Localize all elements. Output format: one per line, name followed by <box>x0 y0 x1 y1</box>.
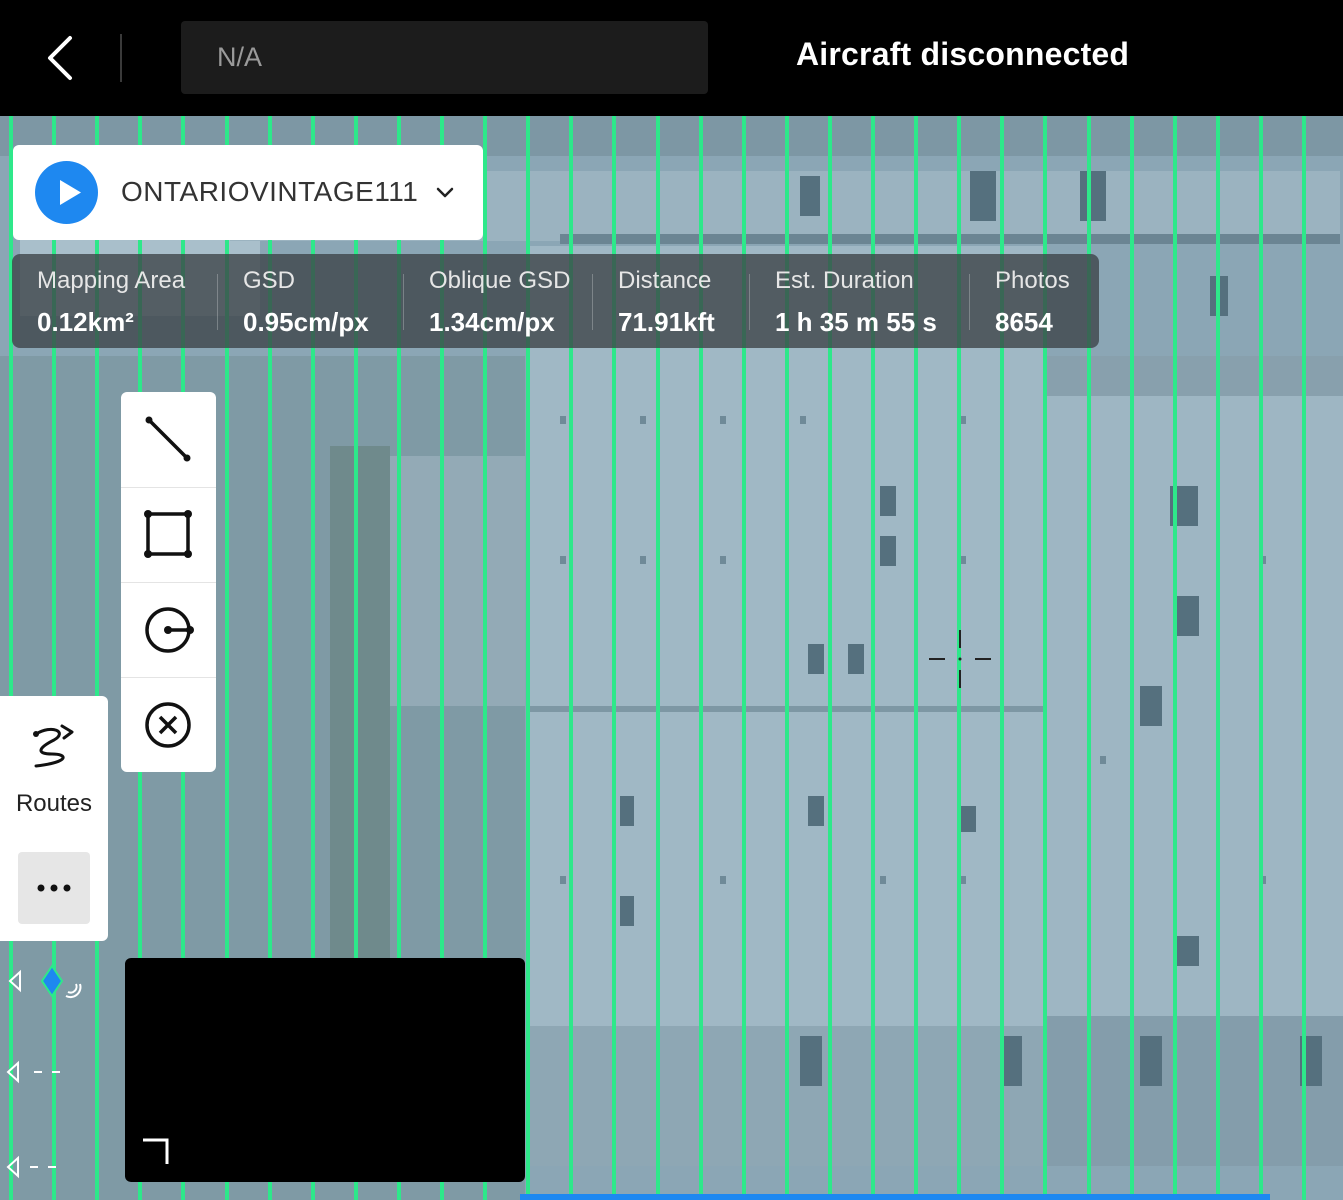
mission-name: ONTARIOVINTAGE111 <box>121 176 419 207</box>
more-button[interactable] <box>18 852 90 924</box>
mission-stats-panel: Mapping Area 0.12km² GSD 0.95cm/px Obliq… <box>12 254 1099 348</box>
rectangle-tool-icon <box>144 510 192 558</box>
waypoint-indicator <box>8 964 82 999</box>
divider <box>969 274 970 330</box>
edge-arrow-icon <box>6 1155 56 1179</box>
stat-label: Photos <box>995 267 1070 294</box>
chevron-left-icon <box>48 36 72 80</box>
divider <box>592 274 593 330</box>
more-icon <box>37 884 71 892</box>
expand-corner-icon[interactable] <box>139 1136 173 1170</box>
map-view[interactable]: ONTARIOVINTAGE111 Mapping Area 0.12km² G… <box>0 116 1343 1200</box>
side-panel: Routes <box>0 696 108 941</box>
drawing-toolbar <box>121 392 216 772</box>
stat-value: 71.91kft <box>618 307 715 337</box>
close-circle-icon <box>145 702 191 748</box>
top-bar: N/A Aircraft disconnected <box>0 0 1343 116</box>
circle-tool-button[interactable] <box>121 583 216 678</box>
routes-icon <box>33 724 74 768</box>
divider <box>749 274 750 330</box>
stat-value: 8654 <box>995 307 1053 337</box>
mission-name-field[interactable]: N/A <box>181 21 708 94</box>
line-tool-button[interactable] <box>121 392 216 487</box>
stat-label: GSD <box>243 267 296 294</box>
routes-label: Routes <box>15 790 93 817</box>
edge-arrow-icon <box>6 1060 60 1084</box>
route-indicator-bar <box>520 1194 1270 1200</box>
back-button[interactable] <box>38 30 82 86</box>
stat-value: 0.12km² <box>37 307 134 337</box>
camera-preview[interactable] <box>125 958 525 1182</box>
crosshair-icon <box>929 630 991 688</box>
stat-label: Mapping Area <box>37 267 186 294</box>
divider <box>217 274 218 330</box>
rectangle-tool-button[interactable] <box>121 488 216 583</box>
divider <box>120 34 122 82</box>
routes-button[interactable]: Routes <box>0 696 108 826</box>
play-button[interactable] <box>35 161 98 224</box>
play-icon <box>60 180 81 205</box>
stat-label: Distance <box>618 267 712 294</box>
stat-label: Oblique GSD <box>429 267 571 294</box>
mission-selector[interactable]: ONTARIOVINTAGE111 <box>13 145 483 240</box>
stat-value: 1.34cm/px <box>429 307 555 337</box>
divider <box>403 274 404 330</box>
stat-value: 1 h 35 m 55 s <box>775 307 937 337</box>
circle-tool-icon <box>145 607 194 653</box>
chevron-down-icon[interactable] <box>433 181 457 205</box>
stat-value: 0.95cm/px <box>243 307 369 337</box>
stat-label: Est. Duration <box>775 267 914 294</box>
clear-button[interactable] <box>121 678 216 773</box>
aircraft-status: Aircraft disconnected <box>796 36 1130 72</box>
line-tool-icon <box>145 416 191 462</box>
